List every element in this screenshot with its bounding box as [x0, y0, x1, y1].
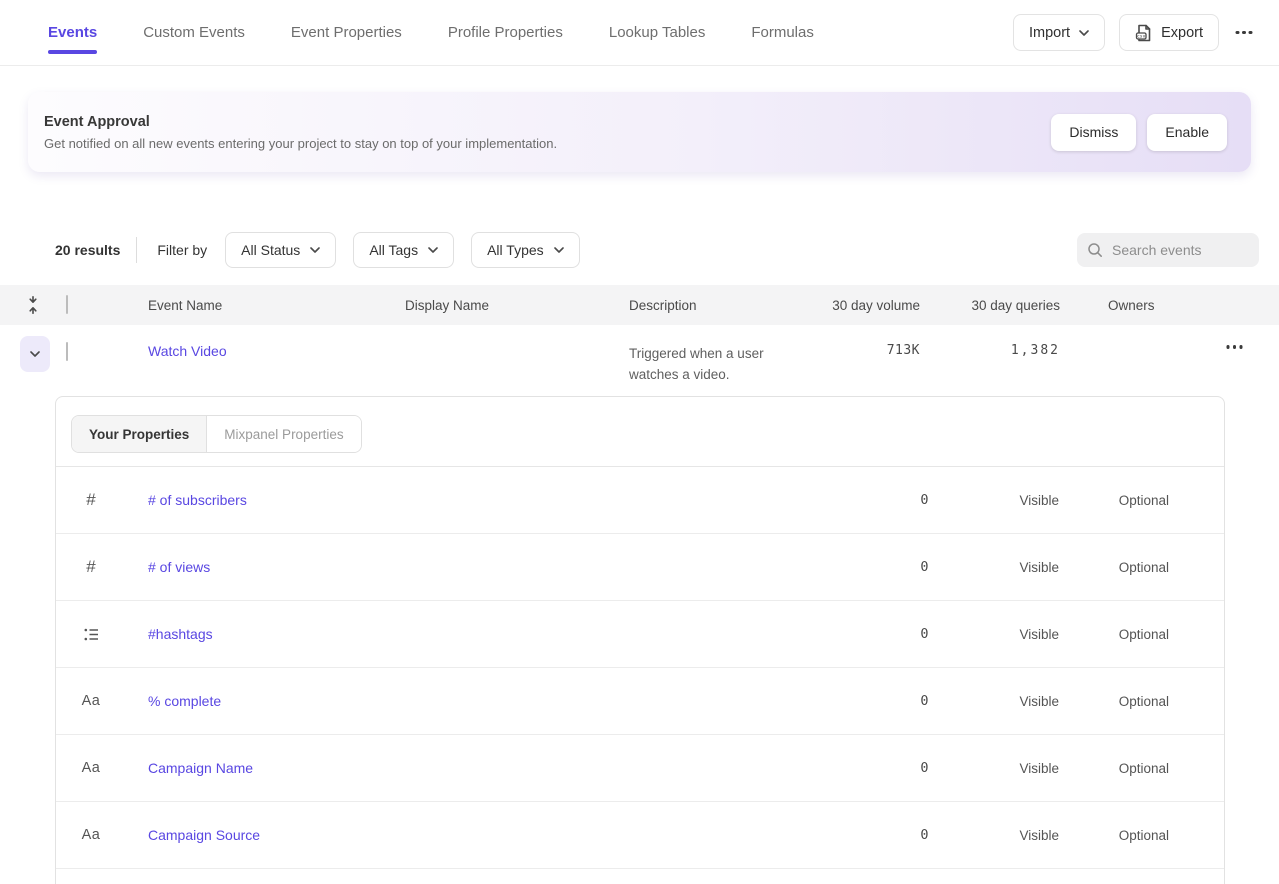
- number-type-icon: [86, 557, 95, 577]
- property-requirement: Optional: [1059, 694, 1169, 709]
- property-requirement: Optional: [1059, 627, 1169, 642]
- chevron-down-icon: [428, 247, 438, 253]
- property-visibility: Visible: [929, 560, 1059, 575]
- tab-formulas[interactable]: Formulas: [751, 24, 814, 41]
- search-icon: [1087, 242, 1103, 258]
- properties-tab-group: Your Properties Mixpanel Properties: [71, 415, 362, 453]
- filter-bar: 20 results Filter by All Status All Tags…: [0, 232, 1279, 268]
- tab-custom-events[interactable]: Custom Events: [143, 24, 245, 41]
- property-row: Campaign Source 0 Visible Optional: [56, 802, 1224, 869]
- row-checkbox[interactable]: [66, 342, 68, 361]
- select-all-checkbox[interactable]: [66, 295, 68, 314]
- row-more-icon[interactable]: [1224, 337, 1246, 357]
- number-type-icon: [86, 490, 95, 510]
- header-owners: Owners: [1060, 298, 1190, 313]
- top-nav: Events Custom Events Event Properties Pr…: [0, 0, 1279, 66]
- header-description: Description: [609, 298, 790, 313]
- property-visibility: Visible: [929, 627, 1059, 642]
- property-row: Campaign Name 0 Visible Optional: [56, 735, 1224, 802]
- search-box[interactable]: [1077, 233, 1259, 267]
- property-queries: 0: [859, 693, 929, 709]
- import-button[interactable]: Import: [1013, 14, 1105, 51]
- property-name-link[interactable]: # of subscribers: [148, 492, 247, 508]
- property-name-link[interactable]: Campaign Name: [148, 760, 253, 776]
- owners-cell: [1060, 325, 1190, 343]
- filter-by-label: Filter by: [157, 242, 207, 258]
- svg-text:csv: csv: [1137, 34, 1146, 39]
- import-button-label: Import: [1029, 25, 1070, 41]
- export-button[interactable]: csv Export: [1119, 14, 1219, 51]
- property-queries: 0: [859, 827, 929, 843]
- tab-mixpanel-properties[interactable]: Mixpanel Properties: [207, 416, 360, 452]
- property-name-link[interactable]: Campaign Source: [148, 827, 260, 843]
- property-row: #hashtags 0 Visible Optional: [56, 601, 1224, 668]
- event-name-link[interactable]: Watch Video: [148, 343, 227, 359]
- search-input[interactable]: [1112, 242, 1242, 258]
- property-queries: 0: [859, 760, 929, 776]
- property-visibility: Visible: [929, 828, 1059, 843]
- tab-event-properties[interactable]: Event Properties: [291, 24, 402, 41]
- collapse-all-icon[interactable]: [0, 296, 66, 314]
- event-approval-banner: Event Approval Get notified on all new e…: [28, 92, 1251, 172]
- status-filter-dropdown[interactable]: All Status: [225, 232, 336, 268]
- property-requirement: Optional: [1059, 828, 1169, 843]
- chevron-down-icon: [1079, 30, 1089, 36]
- header-event-name: Event Name: [116, 298, 385, 313]
- divider: [136, 237, 137, 263]
- lexicon-page: Events Custom Events Event Properties Pr…: [0, 0, 1279, 884]
- property-visibility: Visible: [929, 493, 1059, 508]
- property-visibility: Visible: [929, 761, 1059, 776]
- property-visibility: Visible: [929, 694, 1059, 709]
- table-row: Watch Video Triggered when a user watche…: [0, 325, 1279, 385]
- chevron-down-icon: [30, 351, 40, 357]
- property-name-link[interactable]: # of views: [148, 559, 210, 575]
- text-type-icon: [82, 692, 101, 710]
- types-filter-dropdown[interactable]: All Types: [471, 232, 580, 268]
- more-options-icon[interactable]: [1233, 23, 1255, 43]
- tags-filter-dropdown[interactable]: All Tags: [353, 232, 454, 268]
- events-table-header: Event Name Display Name Description 30 d…: [0, 285, 1279, 325]
- property-row: # of subscribers 0 Visible Optional: [56, 467, 1224, 534]
- csv-file-icon: csv: [1135, 24, 1152, 42]
- row-expander-button[interactable]: [20, 336, 50, 372]
- property-queries: 0: [859, 559, 929, 575]
- property-requirement: Optional: [1059, 761, 1169, 776]
- chevron-down-icon: [554, 247, 564, 253]
- text-type-icon: [82, 759, 101, 777]
- chevron-down-icon: [310, 247, 320, 253]
- banner-description: Get notified on all new events entering …: [44, 136, 1051, 151]
- results-count: 20 results: [55, 242, 120, 258]
- enable-button[interactable]: Enable: [1147, 114, 1227, 151]
- property-queries: 0: [859, 492, 929, 508]
- tab-your-properties[interactable]: Your Properties: [72, 416, 207, 452]
- properties-panel: Your Properties Mixpanel Properties # of…: [55, 396, 1225, 884]
- property-name-link[interactable]: #hashtags: [148, 626, 213, 642]
- queries-cell: 1,382: [920, 325, 1060, 358]
- tab-lookup-tables[interactable]: Lookup Tables: [609, 24, 705, 41]
- dismiss-button[interactable]: Dismiss: [1051, 114, 1136, 151]
- description-cell: Triggered when a user watches a video.: [629, 343, 790, 385]
- banner-title: Event Approval: [44, 114, 1051, 130]
- list-type-icon: [84, 628, 99, 641]
- header-display-name: Display Name: [385, 298, 609, 313]
- status-filter-label: All Status: [241, 242, 300, 258]
- property-name-link[interactable]: % complete: [148, 693, 221, 709]
- types-filter-label: All Types: [487, 242, 544, 258]
- property-requirement: Optional: [1059, 493, 1169, 508]
- tab-profile-properties[interactable]: Profile Properties: [448, 24, 563, 41]
- property-queries: 0: [859, 626, 929, 642]
- text-type-icon: [82, 826, 101, 844]
- header-30-day-volume: 30 day volume: [790, 298, 920, 313]
- tab-events[interactable]: Events: [48, 24, 97, 41]
- property-row: % complete 0 Visible Optional: [56, 668, 1224, 735]
- property-row: # of views 0 Visible Optional: [56, 534, 1224, 601]
- export-button-label: Export: [1161, 25, 1203, 41]
- volume-cell: 713K: [790, 325, 920, 358]
- header-30-day-queries: 30 day queries: [920, 298, 1060, 313]
- property-requirement: Optional: [1059, 560, 1169, 575]
- tags-filter-label: All Tags: [369, 242, 418, 258]
- display-name-cell: [385, 325, 609, 343]
- nav-tabs: Events Custom Events Event Properties Pr…: [48, 24, 814, 41]
